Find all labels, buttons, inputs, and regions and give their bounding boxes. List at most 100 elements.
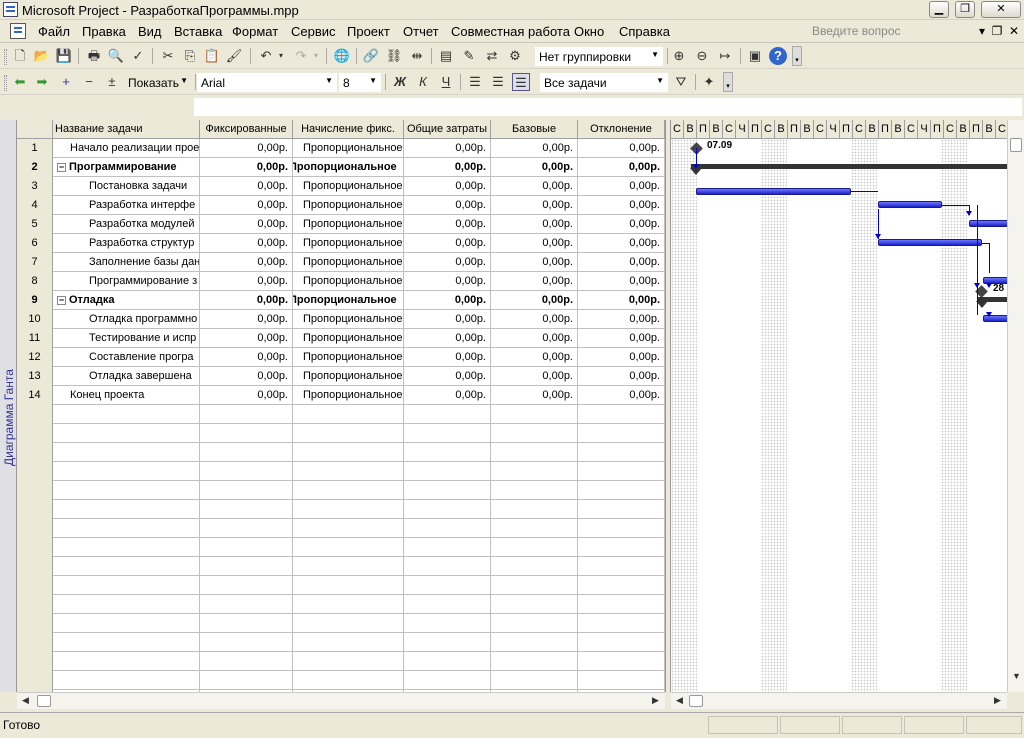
accrual-cell[interactable]: Пропорциональное	[293, 386, 404, 405]
grouping-select[interactable]: Нет группировки ▼	[535, 47, 663, 66]
variance-cell[interactable]	[578, 500, 665, 519]
task-name-cell[interactable]: Отладка завершена	[53, 367, 200, 386]
accrual-cell[interactable]: Пропорциональное	[293, 215, 404, 234]
total-cell[interactable]: 0,00р.	[404, 196, 491, 215]
collapse-icon[interactable]: −	[57, 295, 66, 305]
fixed-cell[interactable]: 0,00р.	[200, 139, 293, 158]
table-row[interactable]	[17, 595, 665, 614]
total-cell[interactable]	[404, 652, 491, 671]
task-name-cell[interactable]: Конец проекта	[53, 386, 200, 405]
accrual-cell[interactable]	[293, 538, 404, 557]
row-number[interactable]	[17, 424, 53, 443]
total-cell[interactable]	[404, 633, 491, 652]
row-number[interactable]	[17, 500, 53, 519]
accrual-cell[interactable]	[293, 443, 404, 462]
total-cell[interactable]	[404, 671, 491, 690]
menu-tools[interactable]: Сервис	[291, 24, 336, 39]
fixed-cell[interactable]	[200, 405, 293, 424]
task-name-cell[interactable]	[53, 595, 200, 614]
variance-cell[interactable]: 0,00р.	[578, 272, 665, 291]
table-row[interactable]: 5 Разработка модулей 0,00р. Пропорционально…	[17, 215, 665, 234]
variance-cell[interactable]: 0,00р.	[578, 215, 665, 234]
task-name-cell[interactable]	[53, 405, 200, 424]
table-row[interactable]	[17, 424, 665, 443]
table-row[interactable]	[17, 614, 665, 633]
menu-file[interactable]: Файл	[38, 24, 70, 39]
fixed-cell[interactable]	[200, 443, 293, 462]
variance-cell[interactable]: 0,00р.	[578, 234, 665, 253]
italic-button[interactable]: К	[414, 73, 432, 91]
table-row[interactable]	[17, 443, 665, 462]
menu-edit[interactable]: Правка	[82, 24, 126, 39]
row-number[interactable]	[17, 614, 53, 633]
mdi-close-icon[interactable]: ✕	[1007, 24, 1021, 38]
fixed-cell[interactable]	[200, 652, 293, 671]
summary-bar-programming[interactable]	[691, 164, 1007, 169]
paste-icon[interactable]: 📋	[203, 47, 221, 65]
fixed-cell[interactable]	[200, 519, 293, 538]
task-info-icon[interactable]: ▤	[437, 47, 455, 65]
redo-icon[interactable]: ↷	[292, 47, 310, 65]
row-number[interactable]: 3	[17, 177, 53, 196]
row-number[interactable]: 1	[17, 139, 53, 158]
accrual-cell[interactable]	[293, 500, 404, 519]
accrual-cell[interactable]: Пропорциональное	[293, 139, 404, 158]
indent-in-icon[interactable]: ➡	[33, 73, 51, 91]
accrual-cell[interactable]: Пропорциональное	[293, 310, 404, 329]
task-name-cell[interactable]: Разработка структур	[53, 234, 200, 253]
total-cell[interactable]	[404, 557, 491, 576]
task-name-cell[interactable]: − Программирование	[53, 158, 200, 177]
variance-cell[interactable]	[578, 671, 665, 690]
baseline-cell[interactable]	[491, 576, 578, 595]
fixed-cell[interactable]: 0,00р.	[200, 272, 293, 291]
underline-button[interactable]: Ч	[437, 73, 455, 91]
fixed-cell[interactable]: 0,00р.	[200, 215, 293, 234]
baseline-cell[interactable]	[491, 519, 578, 538]
mdi-restore-icon[interactable]: ❐	[990, 24, 1004, 38]
table-row[interactable]: 2− Программирование 0,00р. Пропорциональное…	[17, 158, 665, 177]
task-name-cell[interactable]	[53, 500, 200, 519]
zoom-out-icon[interactable]: ⊖	[693, 47, 711, 65]
total-cell[interactable]: 0,00р.	[404, 158, 491, 177]
table-row[interactable]: 4 Разработка интерфе 0,00р. Пропорционально…	[17, 196, 665, 215]
menu-help[interactable]: Справка	[619, 24, 670, 39]
link-tasks-icon[interactable]: 🔗	[362, 47, 380, 65]
fixed-cell[interactable]: 0,00р.	[200, 367, 293, 386]
redo-dropdown-icon[interactable]: ▾	[311, 47, 321, 65]
undo-icon[interactable]: ↶	[257, 47, 275, 65]
table-row[interactable]	[17, 405, 665, 424]
variance-cell[interactable]	[578, 595, 665, 614]
total-cell[interactable]: 0,00р.	[404, 329, 491, 348]
row-number[interactable]	[17, 405, 53, 424]
accrual-cell[interactable]: Пропорциональное	[293, 253, 404, 272]
task-bar-4[interactable]	[878, 201, 942, 208]
open-icon[interactable]: 📂	[33, 47, 51, 65]
menu-project[interactable]: Проект	[347, 24, 390, 39]
task-bar-6[interactable]	[878, 239, 982, 246]
row-number[interactable]: 7	[17, 253, 53, 272]
table-row[interactable]: 10 Отладка программно 0,00р. Пропорциональн…	[17, 310, 665, 329]
split-task-icon[interactable]: ⇹	[408, 47, 426, 65]
cut-icon[interactable]: ✂	[159, 47, 177, 65]
baseline-cell[interactable]	[491, 652, 578, 671]
variance-cell[interactable]: 0,00р.	[578, 310, 665, 329]
scroll-right-icon[interactable]: ▶	[991, 694, 1004, 707]
fixed-cell[interactable]	[200, 462, 293, 481]
accrual-cell[interactable]: Пропорциональное	[293, 329, 404, 348]
spelling-icon[interactable]: ✓	[129, 47, 147, 65]
baseline-cell[interactable]: 0,00р.	[491, 253, 578, 272]
menu-report[interactable]: Отчет	[403, 24, 439, 39]
variance-cell[interactable]	[578, 462, 665, 481]
accrual-cell[interactable]: Пропорциональное	[293, 234, 404, 253]
total-cell[interactable]	[404, 519, 491, 538]
col-baseline[interactable]: Базовые	[491, 120, 578, 139]
fixed-cell[interactable]: 0,00р.	[200, 196, 293, 215]
fixed-cell[interactable]	[200, 500, 293, 519]
table-row[interactable]: 14 Конец проекта 0,00р. Пропорциональное 0,0…	[17, 386, 665, 405]
row-number[interactable]: 5	[17, 215, 53, 234]
task-name-cell[interactable]: Постановка задачи	[53, 177, 200, 196]
gantt-wizard-icon[interactable]: ✦	[700, 73, 718, 91]
row-number[interactable]	[17, 443, 53, 462]
zoom-in-icon[interactable]: ⊕	[670, 47, 688, 65]
table-row[interactable]	[17, 576, 665, 595]
